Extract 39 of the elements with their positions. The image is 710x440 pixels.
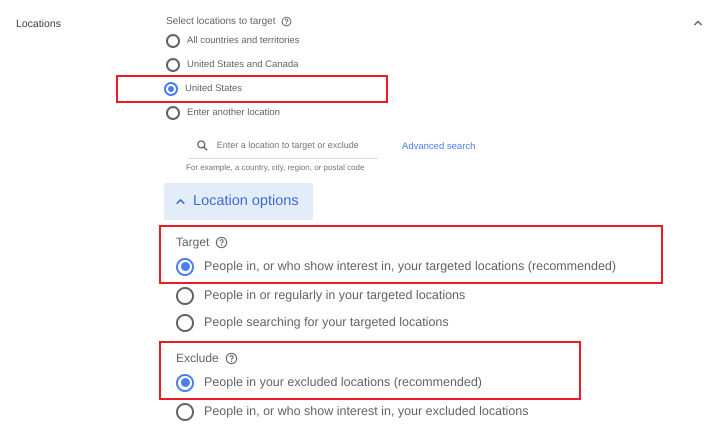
radio-button[interactable] [176, 258, 194, 276]
option-label: People in, or who show interest in, your excluded locations [204, 403, 528, 420]
search-field[interactable]: Enter a location to target or exclude [216, 139, 378, 152]
radio-option[interactable]: People in, or who show interest in, your targeted locations (recommended) [176, 253, 661, 280]
field-label: Select locations to target [166, 15, 276, 29]
group-label: Exclude [176, 350, 219, 368]
radio-button[interactable] [166, 58, 180, 72]
option-label: United States and Canada [187, 58, 298, 72]
help-icon[interactable] [224, 352, 238, 365]
radio-option[interactable]: Enter another location [166, 101, 686, 125]
radio-option[interactable]: People searching for your targeted locations [176, 309, 686, 336]
helper-text: For example, a country, city, region, or postal code [186, 162, 366, 174]
option-label: People searching for your targeted locations [204, 314, 449, 332]
radio-option[interactable]: All countries and territories [166, 29, 686, 53]
radio-option[interactable]: People in or regularly in your targeted locations [176, 282, 686, 310]
location-options-button[interactable]: Location options [164, 182, 313, 220]
radio-option[interactable]: People in, or who show interest in, your excluded locations [176, 398, 686, 426]
advanced-search-link[interactable]: Advanced search [402, 140, 476, 154]
option-label: Enter another location [187, 106, 280, 120]
radio-button[interactable] [176, 286, 194, 305]
radio-button[interactable] [176, 314, 194, 332]
option-label: People in or regularly in your targeted locations [204, 287, 466, 304]
radio-button[interactable] [164, 82, 178, 96]
group-label: Target [176, 234, 210, 252]
radio-button[interactable] [166, 106, 180, 120]
help-icon[interactable] [280, 16, 292, 27]
radio-button[interactable] [176, 374, 194, 392]
radio-button[interactable] [176, 402, 194, 421]
option-label: United States [185, 82, 242, 96]
option-label: People in your excluded locations (recommended) [204, 374, 482, 392]
option-label: People in, or who show interest in, your targeted locations (recommended) [204, 258, 616, 276]
radio-button[interactable] [166, 34, 180, 48]
search-icon [196, 139, 209, 152]
option-label: All countries and territories [187, 34, 300, 48]
help-icon[interactable] [215, 236, 228, 249]
section-title: Locations [16, 17, 62, 32]
radio-option[interactable]: People in your excluded locations (recommended) [176, 369, 579, 396]
radio-option[interactable]: United States and Canada [166, 53, 686, 77]
radio-option[interactable]: United States [118, 77, 386, 101]
